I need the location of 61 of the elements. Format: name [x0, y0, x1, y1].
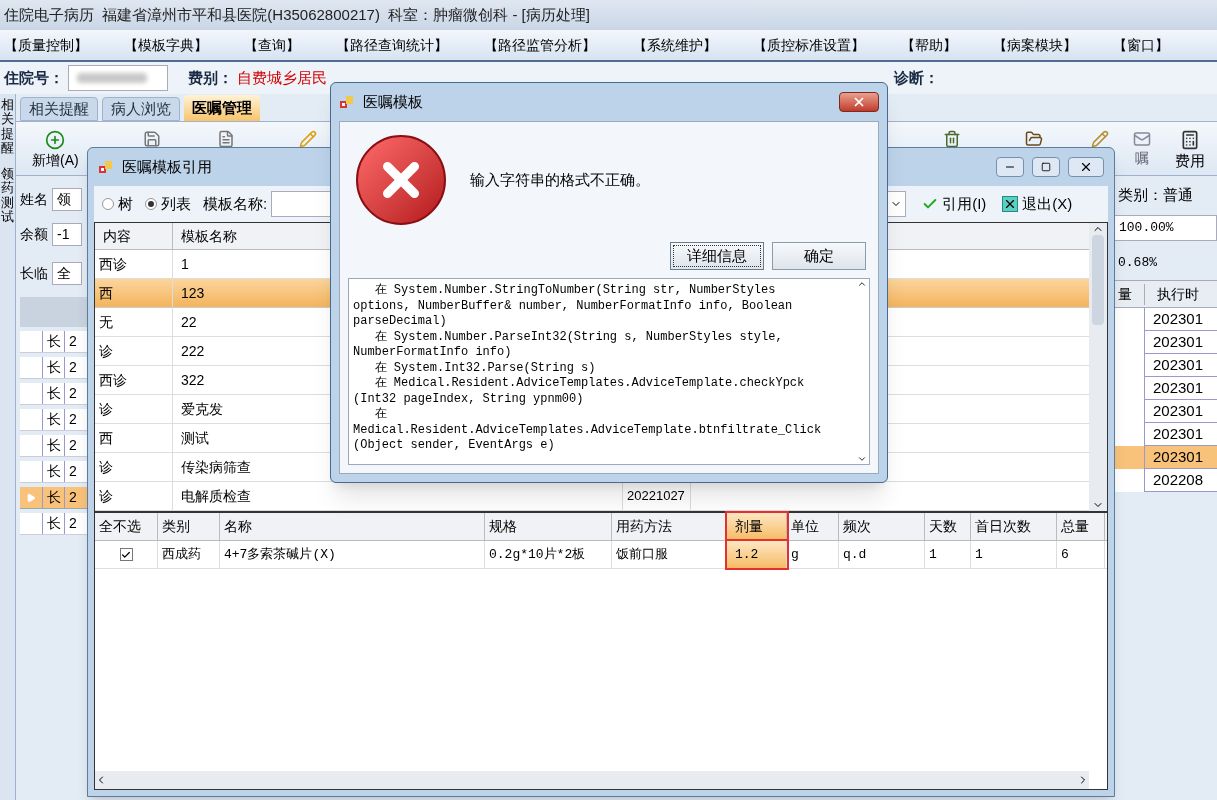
column-header: 剂量 [727, 513, 787, 540]
table-cell: 4+7多索茶碱片(X) [220, 541, 485, 568]
table-cell: 诊 [95, 337, 173, 366]
table-cell: 2 [64, 435, 77, 456]
column-header: 天数 [925, 513, 971, 540]
diagnosis-label: 诊断： [894, 67, 939, 88]
table-cell: 长 [42, 435, 64, 456]
table-cell: 诊 [95, 453, 173, 482]
table-cell: 2 [64, 487, 77, 508]
column-header: 量 [1117, 284, 1133, 304]
table-cell: 西 [95, 279, 173, 308]
table-cell: 0.2g*10片*2板 [485, 541, 612, 568]
table-cell: 无 [95, 308, 173, 337]
ratio-text: 0.68% [1117, 253, 1158, 272]
column-header: 规格 [485, 513, 612, 540]
error-message: 输入字符串的格式不正确。 [470, 169, 650, 190]
table-cell: 6 [1057, 541, 1105, 568]
column-header: 全不选 [95, 513, 158, 540]
table-cell: 西诊 [95, 250, 173, 279]
table-cell: 2 [64, 331, 77, 352]
window-title: 医嘱模板引用 [122, 156, 212, 177]
table-cell: 1 [971, 541, 1057, 568]
table-cell: 长 [42, 331, 64, 352]
table-cell: 2 [64, 461, 77, 482]
table-cell: 长 [42, 487, 64, 508]
table-cell: g [787, 541, 839, 568]
balance-label: 余额 [20, 225, 48, 244]
table-cell: 2 [64, 513, 77, 534]
table-cell: 长 [42, 383, 64, 404]
category-text: 类别：普通 [1117, 185, 1194, 205]
table-cell: 2 [64, 383, 77, 404]
window-title: 住院电子病历 福建省漳州市平和县医院(H35062800217) 科室：肿瘤微创科 - [病历处理] [0, 0, 1217, 30]
table-cell: q.d [839, 541, 925, 568]
fee-label: 费别： [188, 67, 233, 88]
column-header: 执行时 [1144, 283, 1199, 305]
table-cell: 长 [42, 513, 64, 534]
column-header: 类别 [158, 513, 220, 540]
order-type-label: 长临 [20, 264, 48, 283]
column-header: 首日次数 [971, 513, 1057, 540]
table-cell: 西诊 [95, 366, 173, 395]
table-cell: 长 [42, 461, 64, 482]
table-cell: 1.2 [727, 541, 787, 568]
table-cell: 2 [64, 409, 77, 430]
table-cell: 诊 [95, 395, 173, 424]
table-cell: 1 [925, 541, 971, 568]
column-header: 名称 [220, 513, 485, 540]
admission-label: 住院号： [4, 67, 64, 88]
table-cell: 长 [42, 357, 64, 378]
table-cell: 2 [64, 357, 77, 378]
fee-value: 自费城乡居民 [237, 67, 327, 88]
table-cell: 诊 [95, 482, 173, 511]
column-header: 总量 [1057, 513, 1105, 540]
column-header: 频次 [839, 513, 925, 540]
table-cell: 长 [42, 409, 64, 430]
table-cell: 西成药 [158, 541, 220, 568]
dialog-title: 医嘱模板 [363, 91, 423, 112]
template-name-label: 模板名称: [203, 193, 268, 214]
table-cell: 202208 [1144, 469, 1217, 492]
name-label: 姓名 [20, 190, 48, 209]
table-cell: 西 [95, 424, 173, 453]
column-header: 内容 [95, 223, 173, 250]
